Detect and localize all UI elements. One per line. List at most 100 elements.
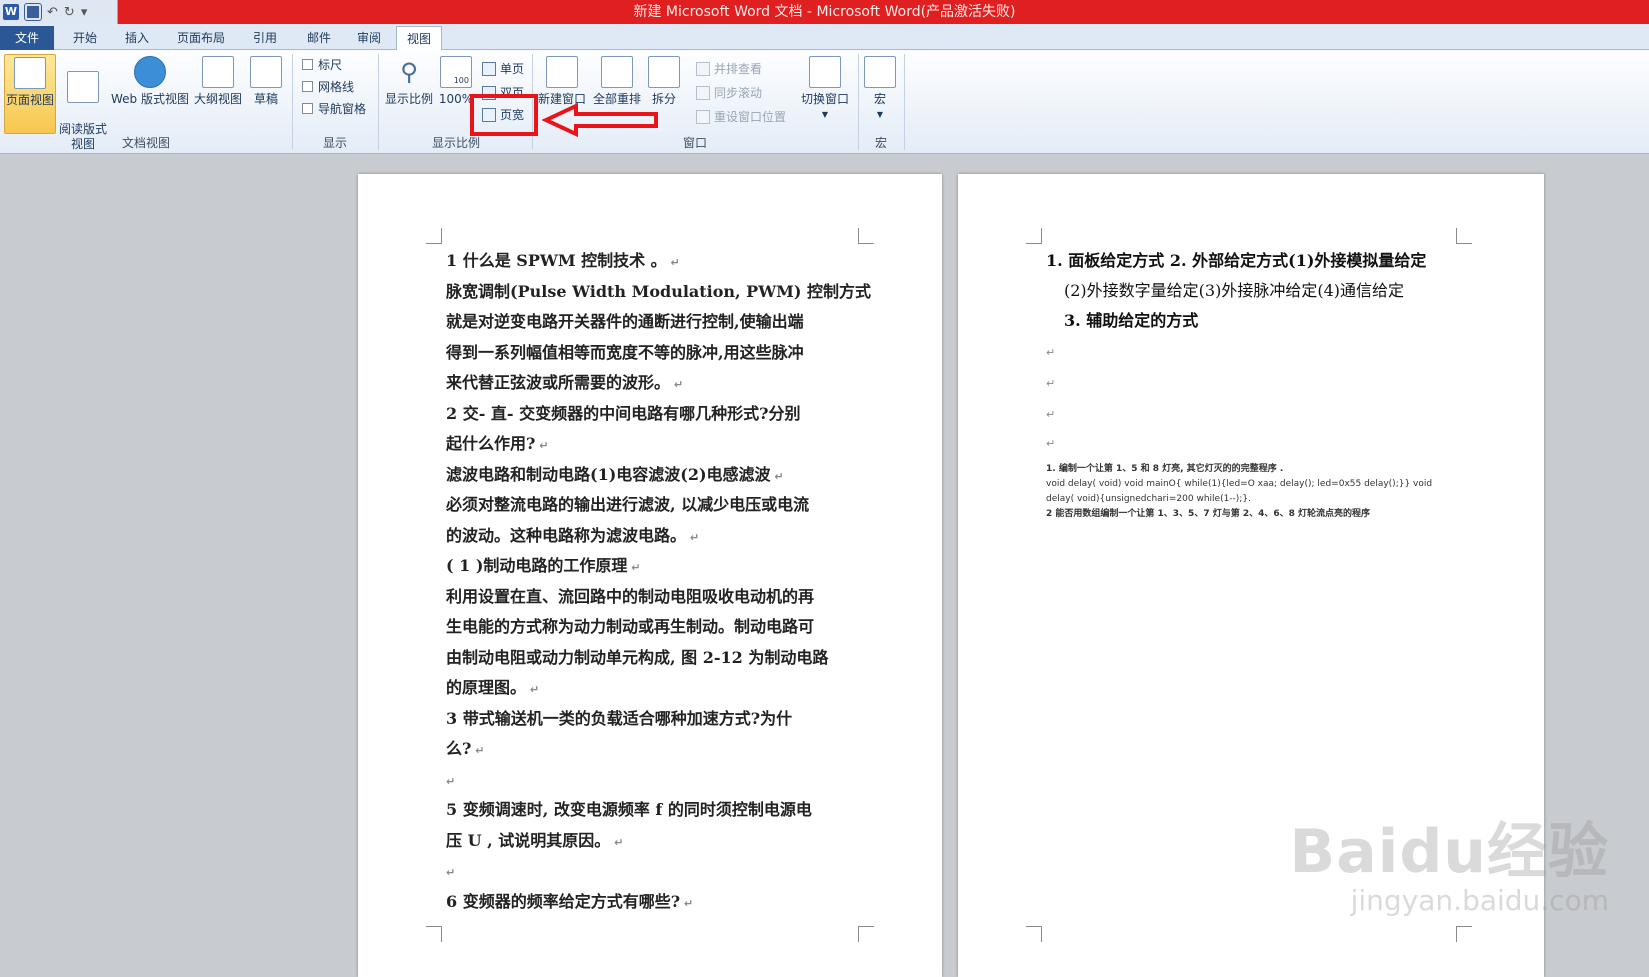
navigation-pane-checkbox[interactable]: 导航窗格: [302, 100, 366, 117]
page2-small-line-4: 2 能否用数组编制一个让第 1、3、5、7 灯与第 2、4、6、8 灯轮流点亮的…: [1046, 509, 1371, 519]
group-divider: [904, 54, 905, 150]
page1-line-text: 由制动电阻或动力制动单元构成, 图 2-12 为制动电路: [446, 647, 829, 667]
page-1-body: 1 什么是 SPWM 控制技术 。 ↵ 脉宽调制(Pulse Width Modu…: [446, 246, 871, 918]
paragraph-mark: ↵: [680, 896, 694, 910]
undo-icon[interactable]: ↶: [47, 5, 58, 20]
page2-small-line-2: void delay( void) void mainO{ while(1){l…: [1046, 479, 1433, 489]
tab-references[interactable]: 引用: [240, 26, 290, 50]
margin-corner-mark: [1026, 926, 1042, 942]
page1-line: 5 变频调速时, 改变电源频率 f 的同时须控制电源电: [446, 795, 866, 826]
paragraph-mark: ↵: [1046, 346, 1056, 359]
page1-line: 6 变频器的频率给定方式有哪些? ↵: [446, 887, 866, 918]
reset-window-position-button[interactable]: 重设窗口位置: [696, 108, 786, 125]
switch-windows-icon: [809, 56, 841, 88]
page1-line-text: 2 交- 直- 交变频器的中间电路有哪几种形式?分别: [446, 403, 801, 423]
annotation-arrow-icon: [542, 102, 658, 138]
outline-button[interactable]: 大纲视图: [192, 54, 244, 107]
tab-home[interactable]: 开始: [60, 26, 110, 50]
paragraph-mark: ↵: [446, 866, 456, 879]
page1-line: 利用设置在直、流回路中的制动电阻吸收电动机的再: [446, 582, 866, 613]
web-layout-button[interactable]: Web 版式视图: [110, 54, 190, 107]
page2-small-line-3: delay( void){unsignedchari=200 while(1--…: [1046, 494, 1251, 504]
document-page-1[interactable]: 1 什么是 SPWM 控制技术 。 ↵ 脉宽调制(Pulse Width Modu…: [358, 174, 942, 977]
paragraph-mark: ↵: [670, 378, 684, 391]
page1-line: ↵: [446, 765, 866, 796]
ruler-checkbox[interactable]: 标尺: [302, 56, 342, 73]
page1-line: 2 交- 直- 交变频器的中间电路有哪几种形式?分别: [446, 399, 866, 430]
split-icon: [648, 56, 680, 88]
tab-review[interactable]: 审阅: [344, 26, 394, 50]
gridlines-checkbox[interactable]: 网格线: [302, 78, 354, 95]
page1-line-text: ( 1 )制动电路的工作原理: [446, 556, 628, 575]
new-window-icon: [546, 56, 578, 88]
one-page-icon: [482, 61, 496, 76]
page1-line: 滤波电路和制动电路(1)电容滤波(2)电感滤波 ↵: [446, 460, 866, 491]
page1-line: 由制动电阻或动力制动单元构成, 图 2-12 为制动电路: [446, 643, 866, 674]
zoom-button[interactable]: ⚲ 显示比例: [384, 54, 434, 107]
page1-line-text: 压 U , 试说明其原因。: [446, 830, 611, 850]
page2-line-3: 3. 辅助给定的方式: [1064, 311, 1199, 330]
word-app-icon[interactable]: W: [3, 4, 19, 20]
draft-button[interactable]: 草稿: [246, 54, 286, 107]
arrange-all-button[interactable]: 全部重排: [590, 54, 644, 107]
ribbon-tabs: 文件 开始 插入 页面布局 引用 邮件 审阅 视图: [0, 24, 1649, 51]
paragraph-mark: ↵: [526, 683, 540, 696]
quick-access-toolbar: W ↶ ↻ ▾: [0, 0, 118, 24]
magnifier-icon: ⚲: [400, 58, 418, 86]
new-window-button[interactable]: 新建窗口: [536, 54, 588, 107]
macros-button[interactable]: 宏 ▼: [862, 54, 898, 122]
page1-line-text: 3 带式输送机一类的负载适合哪种加速方式?为什: [446, 708, 793, 728]
redo-icon[interactable]: ↻: [64, 5, 75, 20]
customize-icon[interactable]: ▾: [81, 5, 88, 20]
paragraph-mark: ↵: [1046, 437, 1056, 450]
side-by-side-icon: [696, 61, 710, 76]
paragraph-mark: ↵: [471, 744, 485, 757]
tab-mailings[interactable]: 邮件: [294, 26, 344, 50]
page1-line: 脉宽调制(Pulse Width Modulation, PWM) 控制方式: [446, 277, 871, 308]
tab-insert[interactable]: 插入: [112, 26, 162, 50]
margin-corner-mark: [1456, 926, 1472, 942]
synchronous-scrolling-button[interactable]: 同步滚动: [696, 84, 762, 101]
page-100-icon: 100: [440, 56, 472, 88]
draft-icon: [250, 56, 282, 88]
paragraph-mark: ↵: [1046, 377, 1056, 390]
book-icon: [67, 71, 99, 103]
print-layout-button[interactable]: 页面视图: [4, 54, 56, 134]
tab-page-layout[interactable]: 页面布局: [166, 26, 236, 50]
dropdown-arrow-icon: ▼: [876, 110, 884, 119]
page2-line-1: 1. 面板给定方式 2. 外部给定方式(1)外接模拟量给定: [1046, 251, 1427, 270]
tab-file[interactable]: 文件: [0, 26, 54, 50]
page1-line: ( 1 )制动电路的工作原理 ↵: [446, 551, 866, 582]
margin-corner-mark: [858, 228, 874, 244]
save-icon[interactable]: [24, 3, 42, 21]
title-bar: W ↶ ↻ ▾ 新建 Microsoft Word 文档 - Microsoft…: [0, 0, 1649, 24]
margin-corner-mark: [426, 228, 442, 244]
page1-line-text: 滤波电路和制动电路(1)电容滤波(2)电感滤波: [446, 464, 771, 484]
tab-view[interactable]: 视图: [396, 26, 442, 51]
margin-corner-mark: [858, 926, 874, 942]
page1-line-text: 利用设置在直、流回路中的制动电阻吸收电动机的再: [446, 586, 815, 606]
margin-corner-mark: [1026, 228, 1042, 244]
margin-corner-mark: [1456, 228, 1472, 244]
checkbox-box: [302, 103, 313, 114]
page2-line-2: (2)外接数字量给定(3)外接脉冲给定(4)通信给定: [1064, 281, 1404, 300]
sync-scroll-icon: [696, 85, 710, 100]
one-page-button[interactable]: 单页: [482, 60, 524, 77]
page1-line-text: 1 什么是 SPWM 控制技术 。: [446, 251, 667, 270]
page1-line-text: 的波动。这种电路称为滤波电路。: [446, 525, 687, 545]
dropdown-arrow-icon: ▼: [821, 110, 829, 119]
page1-line-text: 5 变频调速时, 改变电源频率 f 的同时须控制电源电: [446, 800, 812, 819]
macros-icon: [864, 56, 896, 88]
switch-windows-button[interactable]: 切换窗口 ▼: [798, 54, 852, 122]
page1-line-text: 么?: [446, 739, 472, 758]
paragraph-mark: ↵: [770, 469, 784, 483]
margin-corner-mark: [426, 926, 442, 942]
page1-line-text: 的原理图。: [446, 678, 527, 697]
page1-line-text: 就是对逆变电路开关器件的通断进行控制,使输出端: [446, 312, 804, 331]
split-button[interactable]: 拆分: [646, 54, 682, 107]
ribbon: 页面视图 阅读版式 视图 Web 版式视图 大纲视图 草稿 文档视图 标尺 网格…: [0, 50, 1649, 154]
view-side-by-side-button[interactable]: 并排查看: [696, 60, 762, 77]
paragraph-mark: ↵: [610, 835, 624, 849]
paragraph-mark: ↵: [446, 774, 456, 788]
page1-line: 3 带式输送机一类的负载适合哪种加速方式?为什: [446, 704, 866, 735]
